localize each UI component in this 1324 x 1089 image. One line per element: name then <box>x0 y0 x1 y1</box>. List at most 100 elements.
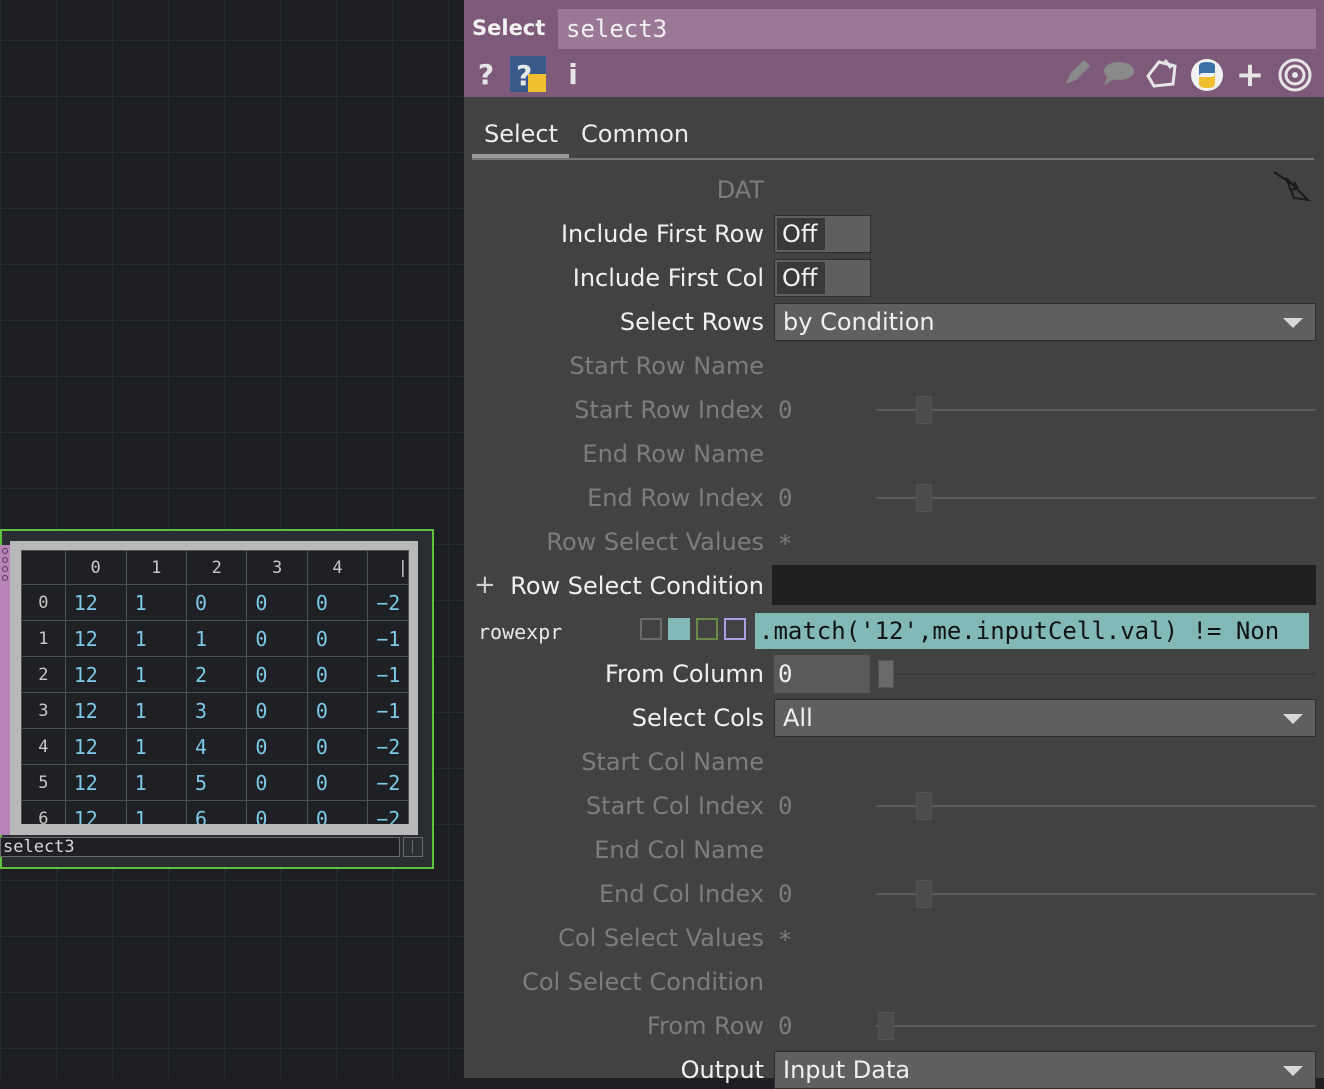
table-cell: 6 <box>185 800 248 824</box>
constant-mode-icon[interactable] <box>640 618 662 640</box>
column-header: 2 <box>185 550 248 585</box>
table-cell: 0 <box>246 584 308 621</box>
column-header: 3 <box>246 550 308 585</box>
end-row-index-label: End Row Index <box>587 484 764 512</box>
table-cell: 0 <box>246 692 308 729</box>
table-cell: −1 <box>367 692 409 729</box>
select3-node[interactable]: 0 1 2 3 4 | 0 12 1 0 0 0 −2 1 12 1 1 0 0 −1 2 12 1 2 0 0 −1 3… <box>0 529 434 869</box>
node-table-viewer[interactable]: 0 1 2 3 4 | 0 12 1 0 0 0 −2 1 12 1 1 0 0 −1 2 12 1 2 0 0 −1 3… <box>21 550 409 824</box>
export-mode-icon[interactable] <box>696 618 718 640</box>
select-cols-label: Select Cols <box>631 704 764 732</box>
select-cols-dropdown[interactable]: All <box>774 699 1316 737</box>
include-first-row-toggle[interactable]: Off <box>774 215 871 253</box>
table-cell: 0 <box>306 800 369 824</box>
operator-name-field[interactable]: select3 <box>558 9 1316 49</box>
end-row-index-value: 0 <box>778 484 793 512</box>
table-row: 3 12 1 3 0 0 −1 <box>21 692 409 729</box>
dat-label: DAT <box>716 176 764 204</box>
row-index-cell: 6 <box>21 800 66 824</box>
column-header: | <box>367 550 409 585</box>
slider-handle[interactable] <box>878 660 894 688</box>
table-cell: 1 <box>185 620 248 657</box>
table-cell: 3 <box>185 692 248 729</box>
viewer-flag-icon[interactable] <box>2 575 8 581</box>
bind-mode-icon[interactable] <box>724 618 746 640</box>
from-column-slider[interactable] <box>876 673 1316 675</box>
table-cell: −2 <box>367 764 409 801</box>
table-cell: 1 <box>125 656 188 693</box>
select-rows-dropdown[interactable]: by Condition <box>774 303 1316 341</box>
table-cell: 0 <box>306 764 369 801</box>
table-cell: 1 <box>125 728 188 765</box>
from-row-label: From Row <box>647 1012 764 1040</box>
slider-handle[interactable] <box>878 1012 894 1040</box>
end-col-index-label: End Col Index <box>598 880 764 908</box>
expand-arrow-icon[interactable] <box>1272 170 1312 204</box>
tab-select[interactable]: Select <box>484 120 558 148</box>
table-row: 0 12 1 0 0 0 −2 <box>21 584 409 621</box>
lock-flag-icon[interactable] <box>2 557 8 563</box>
start-col-name-label: Start Col Name <box>581 748 764 776</box>
add-icon[interactable]: + <box>1233 58 1267 92</box>
table-row: 1 12 1 1 0 0 −1 <box>21 620 409 657</box>
end-col-name-label: End Col Name <box>594 836 764 864</box>
info-icon[interactable]: i <box>556 58 590 92</box>
rowexpr-expression-input[interactable]: .match('12',me.inputCell.val) != Non <box>755 613 1309 649</box>
column-header: 1 <box>125 550 188 585</box>
comment-icon[interactable] <box>1101 58 1135 92</box>
from-column-input[interactable]: 0 <box>774 655 870 693</box>
slider-handle[interactable] <box>916 396 932 424</box>
python-icon[interactable] <box>1190 58 1224 92</box>
target-icon[interactable] <box>1278 58 1312 92</box>
pencil-icon[interactable] <box>1060 58 1094 92</box>
select-rows-label: Select Rows <box>619 308 764 336</box>
table-cell: 12 <box>64 692 127 729</box>
row-select-condition-field[interactable] <box>772 565 1316 605</box>
table-cell: 1 <box>125 620 188 657</box>
start-row-index-value: 0 <box>778 396 793 424</box>
tab-common[interactable]: Common <box>581 120 689 148</box>
expand-plus-icon[interactable]: + <box>474 572 496 598</box>
clone-icon[interactable] <box>1145 58 1179 92</box>
row-select-values-value: * <box>778 530 793 558</box>
node-frame: 0 1 2 3 4 | 0 12 1 0 0 0 −2 1 12 1 1 0 0 −1 2 12 1 2 0 0 −1 3… <box>10 541 418 835</box>
viewer-toggle-icon[interactable] <box>403 837 423 857</box>
table-cell: −2 <box>367 728 409 765</box>
table-cell: 0 <box>246 764 308 801</box>
table-row: 5 12 1 5 0 0 −2 <box>21 764 409 801</box>
table-cell: 1 <box>125 800 188 824</box>
bypass-flag-icon[interactable] <box>2 548 8 554</box>
table-cell: 12 <box>64 656 127 693</box>
start-row-index-slider[interactable] <box>876 409 1316 411</box>
table-cell: 12 <box>64 584 127 621</box>
column-header: 4 <box>306 550 369 585</box>
display-flag-icon[interactable] <box>2 566 8 572</box>
table-cell: 0 <box>246 728 308 765</box>
help-icon[interactable]: ? <box>469 58 503 92</box>
end-row-index-slider[interactable] <box>876 497 1316 499</box>
node-name-label[interactable]: select3 <box>0 837 400 857</box>
table-cell: −1 <box>367 620 409 657</box>
from-row-slider[interactable] <box>876 1025 1316 1027</box>
slider-handle[interactable] <box>916 880 932 908</box>
output-label: Output <box>680 1056 764 1084</box>
python-help-icon[interactable]: ? <box>510 56 546 92</box>
node-flags-bar[interactable] <box>0 545 10 835</box>
table-cell: 0 <box>306 656 369 693</box>
start-col-index-slider[interactable] <box>876 805 1316 807</box>
chevron-down-icon <box>1283 714 1303 724</box>
chevron-down-icon <box>1283 318 1303 328</box>
network-editor[interactable]: 0 1 2 3 4 | 0 12 1 0 0 0 −2 1 12 1 1 0 0 −1 2 12 1 2 0 0 −1 3… <box>0 0 464 1078</box>
slider-handle[interactable] <box>916 792 932 820</box>
row-index-cell: 0 <box>21 584 66 621</box>
include-first-col-toggle[interactable]: Off <box>774 259 871 297</box>
chevron-down-icon <box>1283 1066 1303 1076</box>
toggle-value: Off <box>777 262 825 294</box>
slider-handle[interactable] <box>916 484 932 512</box>
table-header-row: 0 1 2 3 4 | <box>21 550 409 585</box>
output-dropdown[interactable]: Input Data <box>774 1051 1316 1089</box>
table-cell: 12 <box>64 620 127 657</box>
row-index-cell: 2 <box>21 656 66 693</box>
end-col-index-slider[interactable] <box>876 893 1316 895</box>
expression-mode-icon[interactable] <box>668 618 690 640</box>
